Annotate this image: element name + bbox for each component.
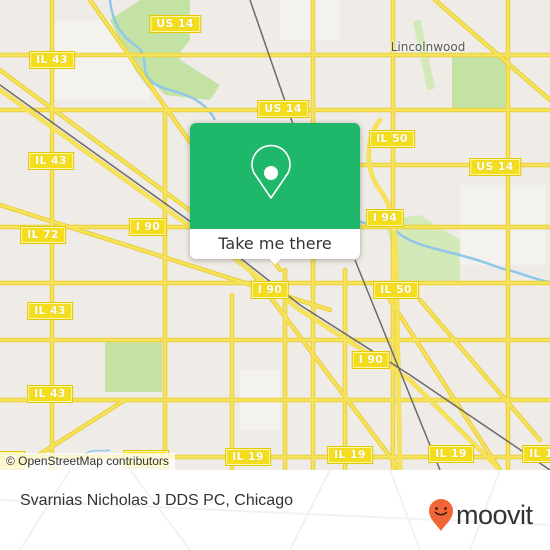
footer-bar: Svarnias Nicholas J DDS PC, Chicago moov… (0, 470, 550, 550)
route-shield-il43: IL 43 (29, 51, 75, 69)
moovit-wordmark: moovit (456, 499, 533, 530)
route-shield-il43: IL 43 (27, 302, 73, 320)
take-me-there-button[interactable]: Take me there (190, 229, 360, 259)
route-shield-il43: IL 43 (27, 385, 73, 403)
route-shield-il50: IL 50 (373, 281, 419, 299)
route-shield-il72: IL 72 (20, 226, 66, 244)
popup-header (190, 123, 360, 229)
route-shield-i90: I 90 (250, 281, 290, 299)
route-shield-i90: I 90 (128, 218, 168, 236)
moovit-logo[interactable]: moovit (428, 498, 533, 532)
route-shield-i94: I 94 (365, 209, 405, 227)
route-shield-il19: IL 19 (522, 445, 550, 463)
route-shield-il50: IL 50 (369, 130, 415, 148)
route-shield-us14: US 14 (469, 158, 521, 176)
route-shield-i90: I 90 (351, 351, 391, 369)
popup-pointer (267, 256, 283, 265)
place-title: Svarnias Nicholas J DDS PC, Chicago (20, 492, 293, 509)
lincolnwood-label: Lincolnwood (390, 40, 466, 54)
route-shield-il19: IL 19 (428, 445, 474, 463)
moovit-smiley-pin-icon (429, 499, 453, 531)
location-popup: Take me there (190, 123, 360, 265)
route-shield-il19: IL 19 (327, 446, 373, 464)
location-pin-icon (251, 144, 291, 199)
route-shield-il19: IL 19 (225, 448, 271, 466)
route-shield-us14: US 14 (257, 100, 309, 118)
map-attribution[interactable]: © OpenStreetMap contributors (0, 453, 175, 470)
map-view[interactable]: Lincolnwood US 14 IL 43 US 14 IL 50 IL 4… (0, 0, 550, 470)
route-shield-us14: US 14 (149, 15, 201, 33)
route-shield-il43: IL 43 (28, 152, 74, 170)
